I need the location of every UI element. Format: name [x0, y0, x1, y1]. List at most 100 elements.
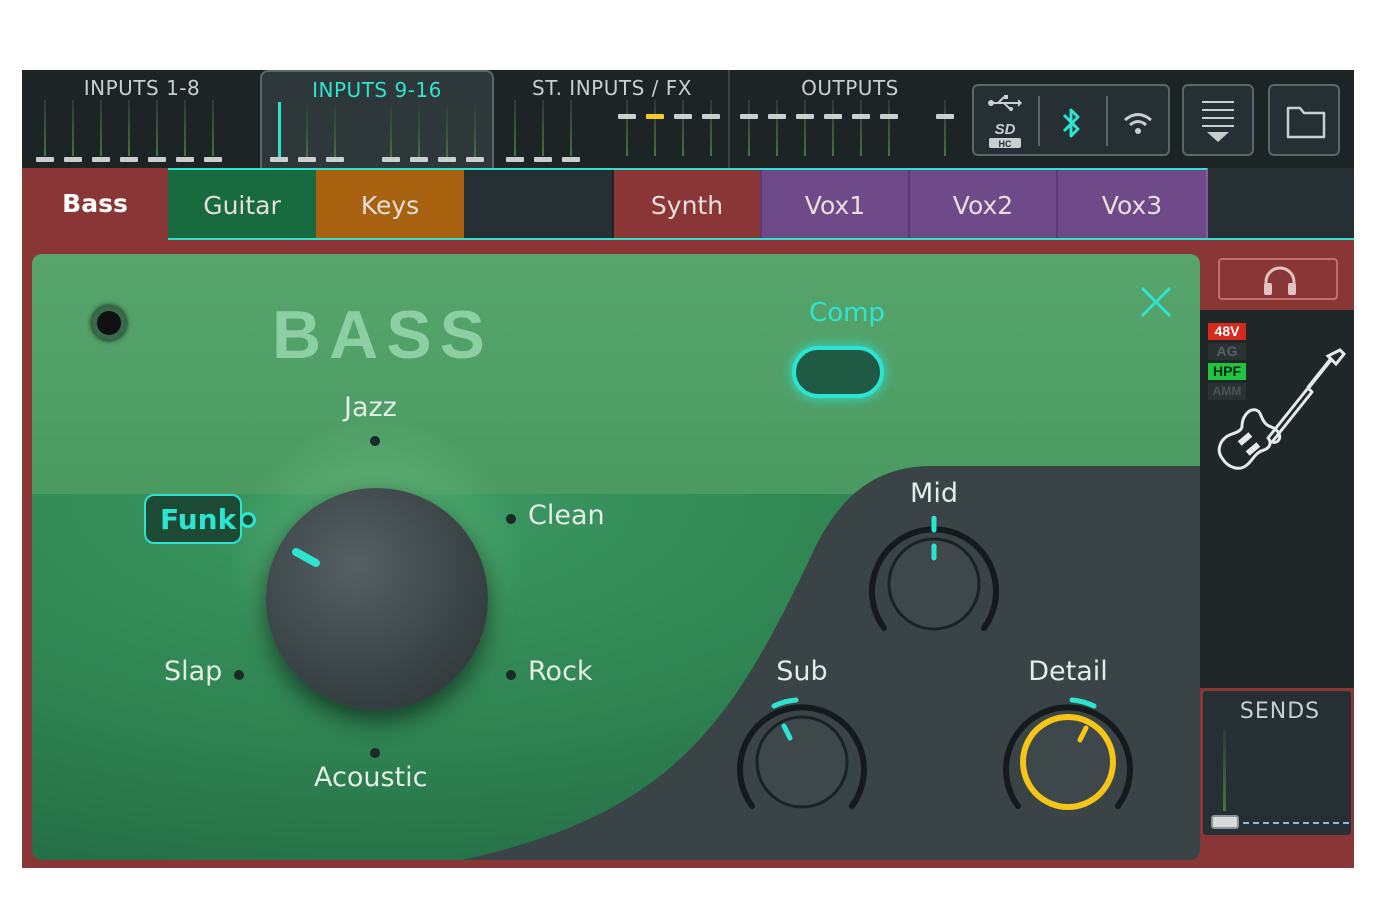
style-dot-clean: [506, 514, 516, 524]
bank-outputs[interactable]: OUTPUTS: [732, 70, 968, 168]
sends-meter: [1223, 731, 1226, 811]
fader-cap: [702, 114, 720, 119]
style-option-rock[interactable]: Rock: [528, 656, 593, 687]
channel-meter: [390, 102, 392, 158]
detail-label: Detail: [1028, 656, 1108, 687]
channel-meter: [654, 100, 656, 156]
fader-cap: [204, 157, 222, 162]
channel-meter: [100, 100, 102, 156]
channel-meter: [860, 100, 862, 156]
tab-keys[interactable]: Keys: [316, 170, 464, 240]
channel-meter: [44, 100, 46, 156]
folder-button[interactable]: [1268, 84, 1340, 156]
tab-synth[interactable]: Synth: [612, 170, 760, 240]
fader-cap: [796, 114, 814, 119]
fader-cap: [326, 157, 344, 162]
channel-meter: [542, 100, 544, 156]
fader-cap: [176, 157, 194, 162]
fader-cap: [740, 114, 758, 119]
amp-title: BASS: [272, 297, 493, 373]
fader-cap: [382, 157, 400, 162]
sends-label: SENDS: [1239, 699, 1321, 724]
bank-inputs-9-16[interactable]: INPUTS 9-16: [260, 70, 494, 168]
channel-meter: [184, 100, 186, 156]
detail-knob[interactable]: [998, 694, 1138, 824]
input-jack-icon: [92, 306, 126, 340]
sub-knob[interactable]: [732, 694, 872, 824]
fader-cap: [506, 157, 524, 162]
style-option-jazz[interactable]: Jazz: [344, 392, 397, 423]
tab-empty[interactable]: [464, 170, 612, 240]
io-divider: [1038, 96, 1040, 146]
style-option-funk-selected[interactable]: Funk: [144, 494, 242, 544]
close-icon[interactable]: [1136, 282, 1176, 322]
style-dot-jazz: [370, 436, 380, 446]
fader-cap: [298, 157, 316, 162]
fader-cap: [936, 114, 954, 119]
channel-meter: [888, 100, 890, 156]
knob-pointer-icon: [292, 548, 320, 567]
tab-bar-filler: [1208, 168, 1354, 240]
sends-fader-cap[interactable]: [1211, 815, 1239, 829]
tab-vox1[interactable]: Vox1: [760, 170, 908, 240]
sub-label: Sub: [776, 656, 828, 687]
mid-label: Mid: [910, 478, 958, 509]
channel-meter-selected: [278, 102, 281, 160]
mid-knob[interactable]: [864, 516, 1004, 646]
style-option-slap[interactable]: Slap: [164, 656, 222, 687]
bank-inputs-1-8[interactable]: INPUTS 1-8: [22, 70, 262, 168]
fader-cap: [466, 157, 484, 162]
fader-cap: [768, 114, 786, 119]
tab-guitar[interactable]: Guitar: [168, 170, 316, 240]
channel-meter: [334, 102, 336, 158]
channel-meter: [748, 100, 750, 156]
svg-text:HC: HC: [999, 139, 1012, 149]
fader-cap: [562, 157, 580, 162]
style-option-clean[interactable]: Clean: [528, 500, 605, 531]
channel-meter: [944, 100, 946, 156]
channel-tab-strip: Guitar Keys Synth Vox1 Vox2 Vox3: [168, 168, 1208, 240]
headphone-button[interactable]: [1218, 258, 1338, 300]
channel-meter: [418, 102, 420, 158]
style-selector-knob[interactable]: [266, 488, 488, 710]
sends-panel[interactable]: SENDS: [1200, 688, 1354, 838]
bank-label: INPUTS 1-8: [83, 76, 201, 100]
bank-st-inputs-fx[interactable]: ST. INPUTS / FX: [496, 70, 728, 168]
fader-cap: [148, 157, 166, 162]
fader-cap: [120, 157, 138, 162]
tab-vox2[interactable]: Vox2: [908, 170, 1056, 240]
fader-cap: [270, 157, 288, 162]
bass-amp-panel: BASS Comp Jazz Funk Clean Slap Rock Acou…: [32, 254, 1200, 860]
bank-divider: [728, 70, 730, 168]
style-dot-slap: [234, 670, 244, 680]
channel-meter: [212, 100, 214, 156]
electric-guitar-icon: [1217, 348, 1347, 470]
channel-meter: [72, 100, 74, 156]
style-option-acoustic[interactable]: Acoustic: [314, 762, 427, 793]
headphones-icon: [1264, 266, 1296, 295]
fader-cap: [674, 114, 692, 119]
usb-icon: [988, 95, 1022, 111]
channel-meter: [832, 100, 834, 156]
tab-bass[interactable]: Bass: [22, 168, 168, 238]
fader-cap: [824, 114, 842, 119]
style-dot-rock: [506, 670, 516, 680]
channel-meter: [514, 100, 516, 156]
channel-meter: [474, 102, 476, 158]
bluetooth-icon: [1062, 108, 1080, 138]
fader-cap: [852, 114, 870, 119]
channel-meter: [570, 100, 572, 156]
comp-toggle[interactable]: [792, 346, 884, 398]
tab-vox3[interactable]: Vox3: [1056, 170, 1206, 240]
bank-label: OUTPUTS: [801, 76, 899, 100]
channel-meter: [156, 100, 158, 156]
menu-button[interactable]: [1182, 84, 1254, 156]
channel-meter: [682, 100, 684, 156]
bank-label: ST. INPUTS / FX: [532, 76, 692, 100]
fader-cap: [36, 157, 54, 162]
fader-cap-selected: [646, 114, 664, 119]
style-dot-acoustic: [370, 748, 380, 758]
fader-cap: [92, 157, 110, 162]
channel-meter: [306, 102, 308, 158]
io-status-box[interactable]: SD HC: [972, 84, 1170, 156]
